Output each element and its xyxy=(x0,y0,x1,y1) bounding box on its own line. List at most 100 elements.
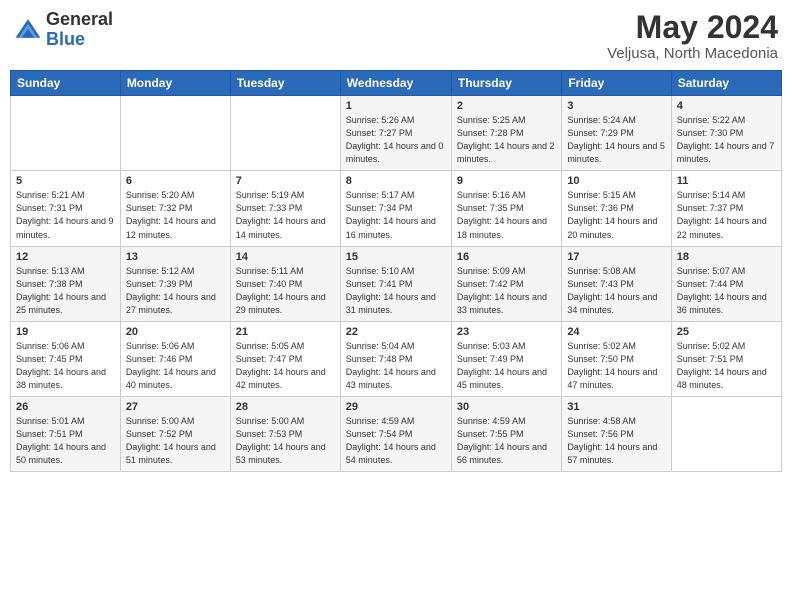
day-info: Sunrise: 5:25 AMSunset: 7:28 PMDaylight:… xyxy=(457,114,556,166)
calendar-cell: 31Sunrise: 4:58 AMSunset: 7:56 PMDayligh… xyxy=(562,396,671,471)
calendar-cell: 18 Sunrise: 5:07 AMSunset: 7:44 PMDayligh… xyxy=(671,246,781,321)
day-info: Sunrise: 5:24 AMSunset: 7:29 PMDaylight:… xyxy=(567,114,665,166)
calendar-cell: 13Sunrise: 5:12 AMSunset: 7:39 PMDayligh… xyxy=(120,246,230,321)
day-number: 1 xyxy=(346,100,446,112)
calendar-cell: 27Sunrise: 5:00 AMSunset: 7:52 PMDayligh… xyxy=(120,396,230,471)
day-number: 20 xyxy=(126,326,225,338)
calendar-cell xyxy=(11,96,121,171)
day-number: 23 xyxy=(457,326,556,338)
day-number: 29 xyxy=(346,401,446,413)
day-number: 6 xyxy=(126,175,225,187)
calendar-cell: 1Sunrise: 5:26 AMSunset: 7:27 PMDaylight… xyxy=(340,96,451,171)
calendar-cell xyxy=(230,96,340,171)
calendar-cell: 29 Sunrise: 4:59 AMSunset: 7:54 PMDayligh… xyxy=(340,396,451,471)
day-number: 16 xyxy=(457,251,556,263)
day-number: 3 xyxy=(567,100,665,112)
calendar-cell: 24Sunrise: 5:02 AMSunset: 7:50 PMDayligh… xyxy=(562,321,671,396)
calendar-cell: 11 Sunrise: 5:14 AMSunset: 7:37 PMDayligh… xyxy=(671,171,781,246)
day-info: Sunrise: 5:05 AMSunset: 7:47 PMDaylight:… xyxy=(236,340,335,392)
day-number: 12 xyxy=(16,251,115,263)
calendar-cell: 17 Sunrise: 5:08 AMSunset: 7:43 PMDayligh… xyxy=(562,246,671,321)
day-info: Sunrise: 5:06 AMSunset: 7:45 PMDaylight:… xyxy=(16,340,115,392)
day-info: Sunrise: 5:14 AMSunset: 7:37 PMDaylight:… xyxy=(677,189,776,241)
day-number: 7 xyxy=(236,175,335,187)
calendar-cell: 9 Sunrise: 5:16 AMSunset: 7:35 PMDaylight… xyxy=(451,171,561,246)
calendar-cell: 26Sunrise: 5:01 AMSunset: 7:51 PMDayligh… xyxy=(11,396,121,471)
logo-general-text: General xyxy=(46,10,113,30)
day-info: Sunrise: 5:00 AMSunset: 7:52 PMDaylight:… xyxy=(126,415,225,467)
day-number: 15 xyxy=(346,251,446,263)
calendar-cell: 8 Sunrise: 5:17 AMSunset: 7:34 PMDaylight… xyxy=(340,171,451,246)
day-number: 28 xyxy=(236,401,335,413)
weekday-header-thursday: Thursday xyxy=(451,71,561,96)
logo-icon xyxy=(14,16,42,44)
day-info: Sunrise: 5:17 AMSunset: 7:34 PMDaylight:… xyxy=(346,189,446,241)
calendar-cell: 22Sunrise: 5:04 AMSunset: 7:48 PMDayligh… xyxy=(340,321,451,396)
calendar-cell: 3 Sunrise: 5:24 AMSunset: 7:29 PMDaylight… xyxy=(562,96,671,171)
month-title: May 2024 xyxy=(607,10,778,45)
day-number: 25 xyxy=(677,326,776,338)
calendar-cell: 15 Sunrise: 5:10 AMSunset: 7:41 PMDayligh… xyxy=(340,246,451,321)
weekday-header-tuesday: Tuesday xyxy=(230,71,340,96)
day-number: 19 xyxy=(16,326,115,338)
day-info: Sunrise: 5:19 AMSunset: 7:33 PMDaylight:… xyxy=(236,189,335,241)
weekday-header-wednesday: Wednesday xyxy=(340,71,451,96)
day-info: Sunrise: 5:10 AMSunset: 7:41 PMDaylight:… xyxy=(346,265,446,317)
day-number: 2 xyxy=(457,100,556,112)
logo: General Blue xyxy=(14,10,113,50)
day-number: 8 xyxy=(346,175,446,187)
calendar-cell: 21 Sunrise: 5:05 AMSunset: 7:47 PMDayligh… xyxy=(230,321,340,396)
day-info: Sunrise: 5:22 AMSunset: 7:30 PMDaylight:… xyxy=(677,114,776,166)
calendar-cell: 19 Sunrise: 5:06 AMSunset: 7:45 PMDayligh… xyxy=(11,321,121,396)
calendar-cell: 20 Sunrise: 5:06 AMSunset: 7:46 PMDayligh… xyxy=(120,321,230,396)
day-info: Sunrise: 5:12 AMSunset: 7:39 PMDaylight:… xyxy=(126,265,225,317)
page-header: General Blue May 2024 Veljusa, North Mac… xyxy=(10,10,782,62)
day-number: 10 xyxy=(567,175,665,187)
title-block: May 2024 Veljusa, North Macedonia xyxy=(607,10,778,62)
day-info: Sunrise: 5:16 AMSunset: 7:35 PMDaylight:… xyxy=(457,189,556,241)
calendar-body: 1Sunrise: 5:26 AMSunset: 7:27 PMDaylight… xyxy=(11,96,782,472)
calendar-week-1: 1Sunrise: 5:26 AMSunset: 7:27 PMDaylight… xyxy=(11,96,782,171)
logo-blue-text: Blue xyxy=(46,30,113,50)
day-info: Sunrise: 5:00 AMSunset: 7:53 PMDaylight:… xyxy=(236,415,335,467)
calendar-week-5: 26Sunrise: 5:01 AMSunset: 7:51 PMDayligh… xyxy=(11,396,782,471)
day-number: 5 xyxy=(16,175,115,187)
day-info: Sunrise: 5:20 AMSunset: 7:32 PMDaylight:… xyxy=(126,189,225,241)
calendar-week-2: 5 Sunrise: 5:21 AMSunset: 7:31 PMDaylight… xyxy=(11,171,782,246)
day-info: Sunrise: 5:07 AMSunset: 7:44 PMDaylight:… xyxy=(677,265,776,317)
day-info: Sunrise: 5:04 AMSunset: 7:48 PMDaylight:… xyxy=(346,340,446,392)
day-info: Sunrise: 4:58 AMSunset: 7:56 PMDaylight:… xyxy=(567,415,665,467)
calendar-cell: 23 Sunrise: 5:03 AMSunset: 7:49 PMDayligh… xyxy=(451,321,561,396)
calendar-cell: 5 Sunrise: 5:21 AMSunset: 7:31 PMDaylight… xyxy=(11,171,121,246)
calendar-cell: 28 Sunrise: 5:00 AMSunset: 7:53 PMDayligh… xyxy=(230,396,340,471)
day-info: Sunrise: 5:21 AMSunset: 7:31 PMDaylight:… xyxy=(16,189,115,241)
day-number: 9 xyxy=(457,175,556,187)
calendar-week-3: 12 Sunrise: 5:13 AMSunset: 7:38 PMDayligh… xyxy=(11,246,782,321)
day-info: Sunrise: 5:06 AMSunset: 7:46 PMDaylight:… xyxy=(126,340,225,392)
day-number: 17 xyxy=(567,251,665,263)
day-info: Sunrise: 4:59 AMSunset: 7:54 PMDaylight:… xyxy=(346,415,446,467)
logo-text: General Blue xyxy=(46,10,113,50)
day-info: Sunrise: 5:03 AMSunset: 7:49 PMDaylight:… xyxy=(457,340,556,392)
day-number: 30 xyxy=(457,401,556,413)
day-number: 4 xyxy=(677,100,776,112)
calendar-cell xyxy=(120,96,230,171)
weekday-header-sunday: Sunday xyxy=(11,71,121,96)
day-number: 18 xyxy=(677,251,776,263)
day-number: 21 xyxy=(236,326,335,338)
calendar-cell: 7 Sunrise: 5:19 AMSunset: 7:33 PMDaylight… xyxy=(230,171,340,246)
day-number: 11 xyxy=(677,175,776,187)
calendar-cell: 16Sunrise: 5:09 AMSunset: 7:42 PMDayligh… xyxy=(451,246,561,321)
day-number: 14 xyxy=(236,251,335,263)
day-info: Sunrise: 5:11 AMSunset: 7:40 PMDaylight:… xyxy=(236,265,335,317)
day-info: Sunrise: 5:13 AMSunset: 7:38 PMDaylight:… xyxy=(16,265,115,317)
weekday-header-saturday: Saturday xyxy=(671,71,781,96)
calendar-table: SundayMondayTuesdayWednesdayThursdayFrid… xyxy=(10,70,782,472)
calendar-cell: 10Sunrise: 5:15 AMSunset: 7:36 PMDayligh… xyxy=(562,171,671,246)
day-info: Sunrise: 5:08 AMSunset: 7:43 PMDaylight:… xyxy=(567,265,665,317)
calendar-cell: 4 Sunrise: 5:22 AMSunset: 7:30 PMDaylight… xyxy=(671,96,781,171)
location-text: Veljusa, North Macedonia xyxy=(607,45,778,62)
day-info: Sunrise: 5:01 AMSunset: 7:51 PMDaylight:… xyxy=(16,415,115,467)
calendar-cell: 6 Sunrise: 5:20 AMSunset: 7:32 PMDaylight… xyxy=(120,171,230,246)
calendar-cell: 2 Sunrise: 5:25 AMSunset: 7:28 PMDaylight… xyxy=(451,96,561,171)
